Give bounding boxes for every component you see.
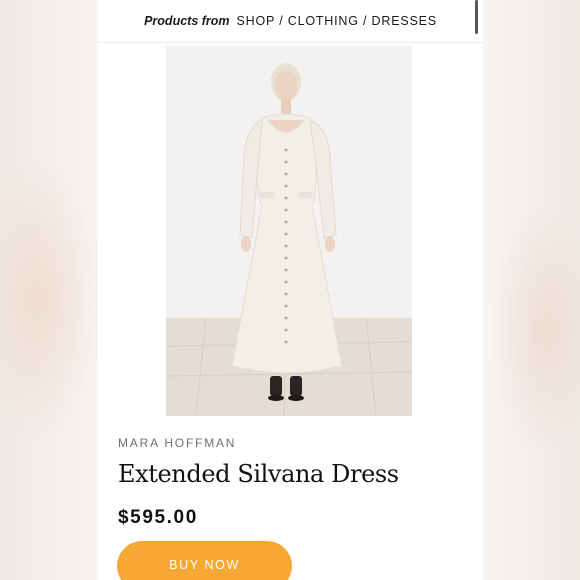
breadcrumb-lead: Products from [144, 14, 230, 28]
product-photo-illustration [166, 46, 412, 416]
product-card: Products from SHOP / CLOTHING / DRESSES [98, 0, 483, 580]
breadcrumb-path[interactable]: SHOP / CLOTHING / DRESSES [237, 14, 437, 28]
breadcrumb: Products from SHOP / CLOTHING / DRESSES [98, 0, 483, 43]
product-image[interactable] [166, 46, 412, 416]
buy-now-button[interactable]: BUY NOW [117, 541, 292, 580]
buy-now-label: BUY NOW [169, 558, 240, 572]
product-price: $595.00 [118, 507, 198, 528]
scrollbar-thumb[interactable] [475, 0, 478, 34]
product-title: Extended Silvana Dress [118, 460, 399, 488]
brand-name[interactable]: MARA HOFFMAN [118, 436, 236, 450]
